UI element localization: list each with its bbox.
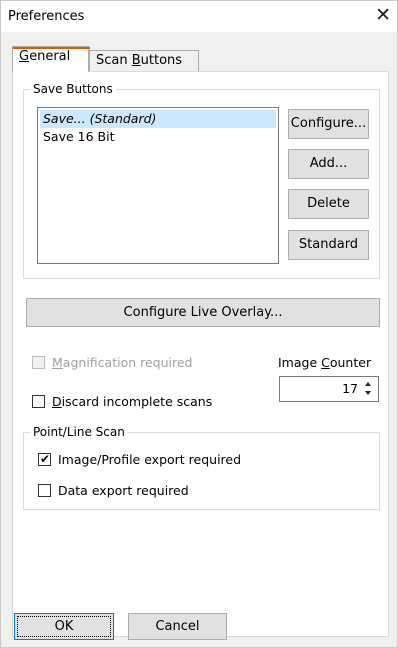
image-counter-mnemonic: C — [321, 355, 330, 370]
ok-button[interactable]: OK — [14, 613, 114, 640]
close-icon[interactable]: ✕ — [375, 4, 391, 26]
data-export-checkbox[interactable] — [38, 484, 51, 497]
checkmark-icon: ✔ — [40, 452, 51, 466]
tab-scan-buttons-label-pre: Scan — [96, 53, 132, 68]
discard-incomplete-scans-checkbox[interactable] — [32, 395, 45, 408]
tab-scan-buttons[interactable]: Scan Buttons — [89, 50, 199, 71]
magnification-mnemonic: M — [52, 355, 63, 370]
point-line-scan-group-label: Point/Line Scan — [30, 425, 128, 439]
list-item[interactable]: Save 16 Bit — [38, 128, 278, 146]
tab-scan-buttons-mnemonic: B — [131, 53, 141, 68]
title-bar: Preferences ✕ — [1, 1, 397, 32]
data-export-label[interactable]: Data export required — [58, 483, 189, 498]
dialog-title: Preferences — [8, 9, 85, 24]
image-counter-label-post: ounter — [329, 355, 372, 370]
add-button[interactable]: Add... — [288, 149, 369, 179]
tab-scan-buttons-label-post: uttons — [140, 53, 183, 68]
delete-button[interactable]: Delete — [288, 189, 369, 219]
standard-button[interactable]: Standard — [288, 230, 369, 260]
save-buttons-group-label: Save Buttons — [30, 82, 116, 96]
tab-general-label: eneral — [29, 49, 71, 64]
tab-bar: General Scan Buttons — [12, 46, 387, 72]
tab-general-mnemonic: G — [19, 49, 30, 64]
magnification-label: Magnification required — [52, 355, 192, 370]
list-item[interactable]: Save... (Standard) — [40, 110, 276, 128]
image-counter-label: Image Counter — [278, 355, 371, 370]
configure-button[interactable]: Configure... — [288, 109, 369, 139]
magnification-label-text: agnification required — [62, 355, 193, 370]
cancel-button[interactable]: Cancel — [128, 613, 227, 640]
general-tab-panel: Save Buttons Save... (Standard) Save 16 … — [12, 71, 389, 640]
tab-general[interactable]: General — [12, 46, 90, 72]
discard-mnemonic: D — [52, 394, 62, 409]
save-buttons-list[interactable]: Save... (Standard) Save 16 Bit — [37, 107, 279, 264]
image-counter-spinbox[interactable]: 17 — [279, 376, 379, 402]
image-profile-export-checkbox[interactable]: ✔ — [38, 452, 51, 466]
discard-incomplete-scans-label[interactable]: Discard incomplete scans — [52, 394, 212, 409]
image-counter-value[interactable]: 17 — [342, 381, 358, 396]
configure-live-overlay-button[interactable]: Configure Live Overlay... — [26, 298, 380, 327]
point-line-scan-group: Point/Line Scan — [23, 425, 380, 510]
spin-arrows-icon[interactable] — [362, 378, 374, 400]
active-tab-indicator — [13, 47, 90, 49]
magnification-checkbox — [32, 356, 45, 369]
image-profile-export-label[interactable]: Image/Profile export required — [58, 452, 241, 467]
preferences-dialog: Preferences ✕ General Scan Buttons Save … — [0, 0, 398, 648]
image-counter-label-pre: Image — [278, 355, 322, 370]
discard-label-text: iscard incomplete scans — [61, 394, 213, 409]
